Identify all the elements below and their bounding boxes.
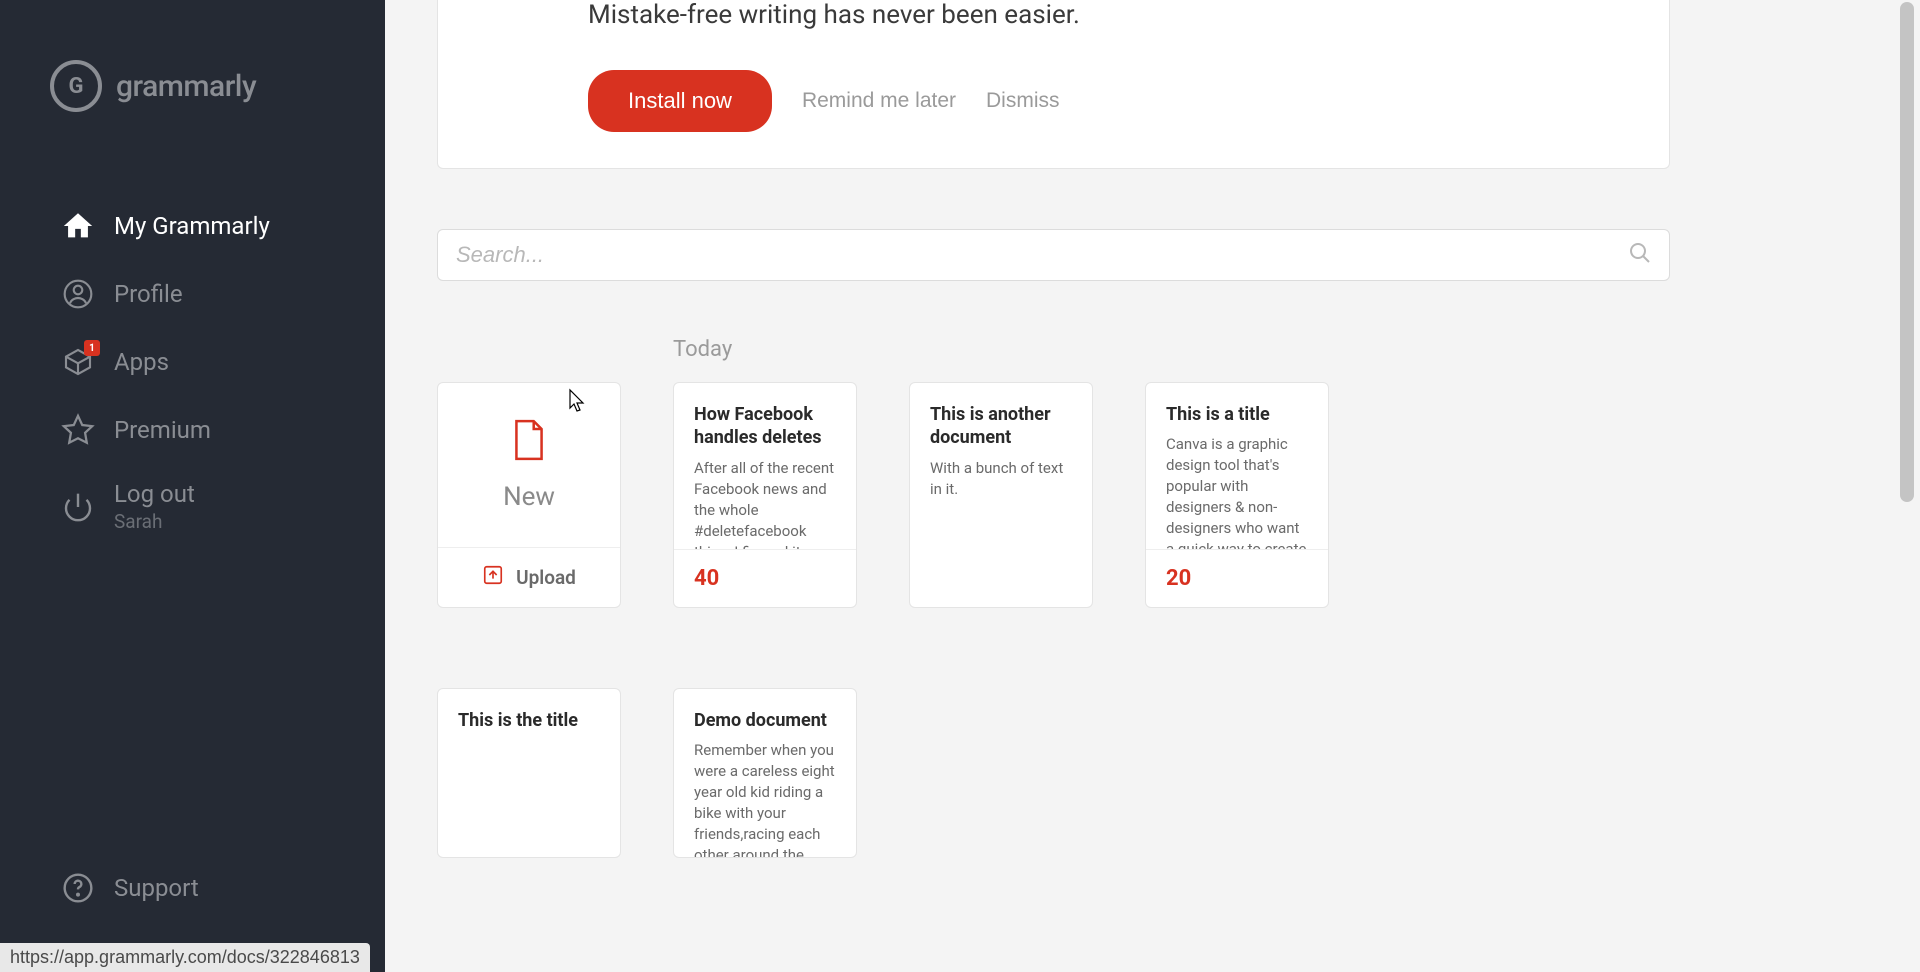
- logo-icon: G: [50, 60, 102, 112]
- sidebar-item-profile[interactable]: Profile: [0, 260, 385, 328]
- sidebar-label-apps: Apps: [114, 348, 169, 376]
- document-card[interactable]: Demo document Remember when you were a c…: [673, 688, 857, 858]
- sidebar-item-support[interactable]: Support: [0, 854, 385, 922]
- doc-score: 20: [1146, 549, 1328, 607]
- apps-icon: 1: [60, 344, 96, 380]
- sidebar-user-name: Sarah: [114, 510, 195, 533]
- remind-later-button[interactable]: Remind me later: [802, 89, 956, 113]
- new-file-icon: [509, 418, 549, 466]
- main-content: Mistake-free writing has never been easi…: [385, 0, 1920, 972]
- install-banner: Mistake-free writing has never been easi…: [437, 0, 1670, 169]
- doc-title: This is another document: [930, 403, 1072, 450]
- sidebar-item-logout[interactable]: Log out Sarah: [0, 464, 385, 549]
- doc-title: This is the title: [458, 709, 600, 732]
- doc-preview: With a bunch of text in it.: [930, 458, 1072, 500]
- profile-icon: [60, 276, 96, 312]
- sidebar-nav: My Grammarly Profile 1 Apps Premium: [0, 192, 385, 549]
- document-card[interactable]: This is a title Canva is a graphic desig…: [1145, 382, 1329, 608]
- new-label: New: [503, 482, 555, 512]
- dismiss-button[interactable]: Dismiss: [986, 89, 1060, 113]
- upload-label: Upload: [516, 566, 576, 589]
- banner-subtitle: Mistake-free writing has never been easi…: [438, 0, 1669, 30]
- doc-title: Demo document: [694, 709, 836, 732]
- search-icon: [1628, 241, 1652, 269]
- upload-button[interactable]: Upload: [438, 547, 620, 607]
- document-card[interactable]: This is another document With a bunch of…: [909, 382, 1093, 608]
- brand-logo[interactable]: G grammarly: [0, 60, 385, 112]
- sidebar: G grammarly My Grammarly Profile 1 Apps: [0, 0, 385, 972]
- sidebar-label-profile: Profile: [114, 280, 183, 308]
- status-bar-url: https://app.grammarly.com/docs/322846813: [0, 943, 370, 972]
- sidebar-label-my-grammarly: My Grammarly: [114, 212, 270, 240]
- doc-title: This is a title: [1166, 403, 1308, 426]
- doc-preview: Remember when you were a careless eight …: [694, 740, 836, 857]
- search-wrap: [437, 229, 1670, 281]
- upload-icon: [482, 564, 504, 591]
- home-icon: [60, 208, 96, 244]
- logo-letter: G: [69, 74, 84, 99]
- doc-grid-row2: This is the title Demo document Remember…: [437, 688, 1670, 858]
- sidebar-label-premium: Premium: [114, 416, 211, 444]
- doc-title: How Facebook handles deletes: [694, 403, 836, 450]
- document-card[interactable]: This is the title: [437, 688, 621, 858]
- power-icon: [60, 489, 96, 525]
- banner-actions: Install now Remind me later Dismiss: [438, 70, 1669, 132]
- sidebar-item-my-grammarly[interactable]: My Grammarly: [0, 192, 385, 260]
- section-today-label: Today: [673, 337, 1670, 362]
- sidebar-item-premium[interactable]: Premium: [0, 396, 385, 464]
- doc-score: 40: [674, 549, 856, 607]
- document-card[interactable]: How Facebook handles deletes After all o…: [673, 382, 857, 608]
- sidebar-item-apps[interactable]: 1 Apps: [0, 328, 385, 396]
- search-input[interactable]: [437, 229, 1670, 281]
- new-document-card[interactable]: New Upload: [437, 382, 621, 608]
- doc-grid-row1: New Upload How Facebook handles deletes …: [437, 382, 1670, 608]
- star-icon: [60, 412, 96, 448]
- help-icon: [60, 870, 96, 906]
- sidebar-label-logout: Log out: [114, 480, 195, 508]
- doc-preview: Canva is a graphic design tool that's po…: [1166, 434, 1308, 549]
- scrollbar[interactable]: [1900, 2, 1914, 502]
- brand-name: grammarly: [116, 69, 256, 104]
- install-now-button[interactable]: Install now: [588, 70, 772, 132]
- doc-preview: After all of the recent Facebook news an…: [694, 458, 836, 549]
- sidebar-label-support: Support: [114, 874, 199, 902]
- apps-badge: 1: [84, 340, 100, 356]
